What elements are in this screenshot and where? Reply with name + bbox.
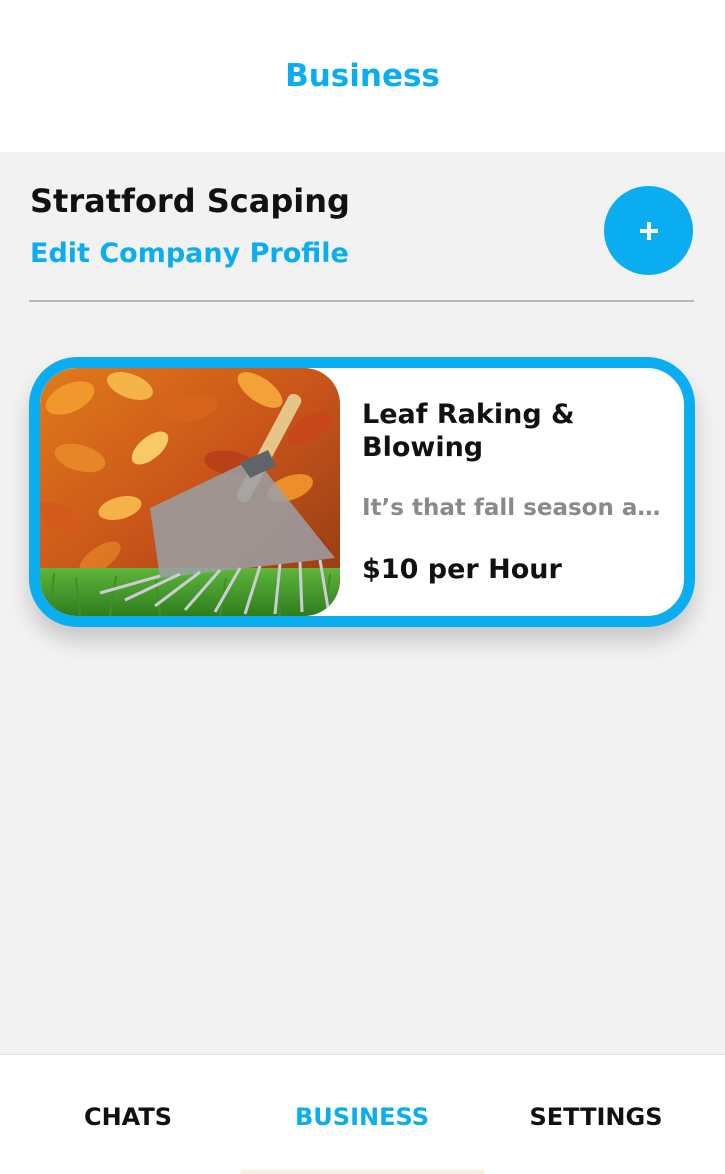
company-name: Stratford Scaping	[30, 182, 350, 220]
section-divider	[29, 300, 694, 302]
bottom-nav: CHATS BUSINESS SETTINGS	[0, 1054, 725, 1174]
service-price: $10 per Hour	[362, 554, 562, 585]
service-title: Leaf Raking & Blowing	[362, 399, 575, 463]
page-title: Business	[285, 58, 440, 94]
nav-tab-settings[interactable]: SETTINGS	[496, 1103, 696, 1131]
plus-icon	[639, 221, 658, 240]
service-card[interactable]: Leaf Raking & Blowing It’s that fall sea…	[29, 357, 695, 627]
top-bar: Business	[0, 0, 725, 152]
add-service-button[interactable]	[604, 186, 693, 275]
nav-tab-business[interactable]: BUSINESS	[262, 1103, 462, 1131]
nav-tab-chats[interactable]: CHATS	[28, 1103, 228, 1131]
home-indicator	[240, 1170, 485, 1174]
edit-company-profile-link[interactable]: Edit Company Profile	[30, 238, 349, 269]
service-description: It’s that fall season again	[362, 495, 662, 521]
leaf-rake-photo-icon	[40, 368, 340, 616]
business-screen: Business Stratford Scaping Edit Company …	[0, 0, 725, 1174]
